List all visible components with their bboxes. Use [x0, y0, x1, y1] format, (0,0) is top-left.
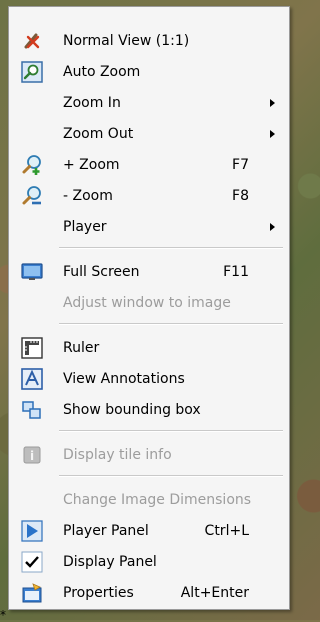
menu-separator [59, 475, 283, 477]
normal-view-icon [21, 30, 43, 52]
full-screen-icon [21, 261, 43, 283]
menu-item-label: Show bounding box [63, 402, 201, 418]
properties-icon [21, 582, 43, 604]
menu-item-display-tile-info[interactable]: i Display tile info [11, 441, 287, 469]
annotations-icon [21, 368, 43, 390]
menu-item-view-annotations[interactable]: View Annotations [11, 365, 287, 393]
zoom-minus-icon [21, 185, 43, 207]
menu-item-player[interactable]: Player [11, 213, 287, 241]
zoom-plus-icon [21, 154, 43, 176]
menu-item-label: Player Panel [63, 523, 149, 539]
menu-item-label: Zoom Out [63, 126, 134, 142]
menu-item-label: View Annotations [63, 371, 185, 387]
menu-item-shortcut: F11 [223, 264, 249, 280]
menu-item-properties[interactable]: Properties Alt+Enter [11, 579, 287, 607]
info-icon: i [21, 444, 43, 466]
submenu-arrow-icon [270, 223, 275, 231]
menu-item-player-panel[interactable]: Player Panel Ctrl+L [11, 517, 287, 545]
menu-item-label: Normal View (1:1) [63, 33, 190, 49]
menu-item-zoom-out[interactable]: Zoom Out [11, 120, 287, 148]
menu-item-display-panel[interactable]: Display Panel [11, 548, 287, 576]
menu-item-label: Auto Zoom [63, 64, 141, 80]
menu-item-label: Adjust window to image [63, 295, 231, 311]
menu-item-shortcut: Alt+Enter [180, 585, 249, 601]
menu-item-change-image-dimensions[interactable]: Change Image Dimensions [11, 486, 287, 514]
menu-item-shortcut: F7 [232, 157, 249, 173]
menu-separator [59, 247, 283, 249]
menu-item-normal-view[interactable]: Normal View (1:1) [11, 27, 287, 55]
auto-zoom-icon [21, 61, 43, 83]
menu-item-label: Player [63, 219, 107, 235]
menu-item-zoom-in[interactable]: Zoom In [11, 89, 287, 117]
bounding-box-icon [21, 399, 43, 421]
play-icon [21, 520, 43, 542]
menu-item-full-screen[interactable]: Full Screen F11 [11, 258, 287, 286]
menu-item-show-bounding-box[interactable]: Show bounding box [11, 396, 287, 424]
menu-item-label: Full Screen [63, 264, 140, 280]
menu-item-label: Change Image Dimensions [63, 492, 252, 508]
menu-item-label: Properties [63, 585, 134, 601]
menu-item-shortcut: F8 [232, 188, 249, 204]
menu-item-ruler[interactable]: Ruler [11, 334, 287, 362]
menu-item-zoom-plus[interactable]: + Zoom F7 [11, 151, 287, 179]
menu-separator [59, 430, 283, 432]
check-icon [21, 551, 43, 573]
ruler-icon [21, 337, 43, 359]
menu-item-label: - Zoom [63, 188, 113, 204]
submenu-arrow-icon [270, 130, 275, 138]
menu-item-zoom-minus[interactable]: - Zoom F8 [11, 182, 287, 210]
menu-separator [59, 323, 283, 325]
menu-item-label: Display Panel [63, 554, 157, 570]
menu-item-auto-zoom[interactable]: Auto Zoom [11, 58, 287, 86]
svg-text:i: i [30, 449, 34, 463]
menu-item-adjust-window[interactable]: Adjust window to image [11, 289, 287, 317]
menu-item-label: + Zoom [63, 157, 120, 173]
context-menu: Normal View (1:1) Auto Zoom Zoom In Zoom… [8, 6, 290, 610]
menu-item-label: Display tile info [63, 447, 172, 463]
menu-item-label: Ruler [63, 340, 100, 356]
menu-item-label: Zoom In [63, 95, 121, 111]
menu-item-shortcut: Ctrl+L [204, 523, 249, 539]
submenu-arrow-icon [270, 99, 275, 107]
